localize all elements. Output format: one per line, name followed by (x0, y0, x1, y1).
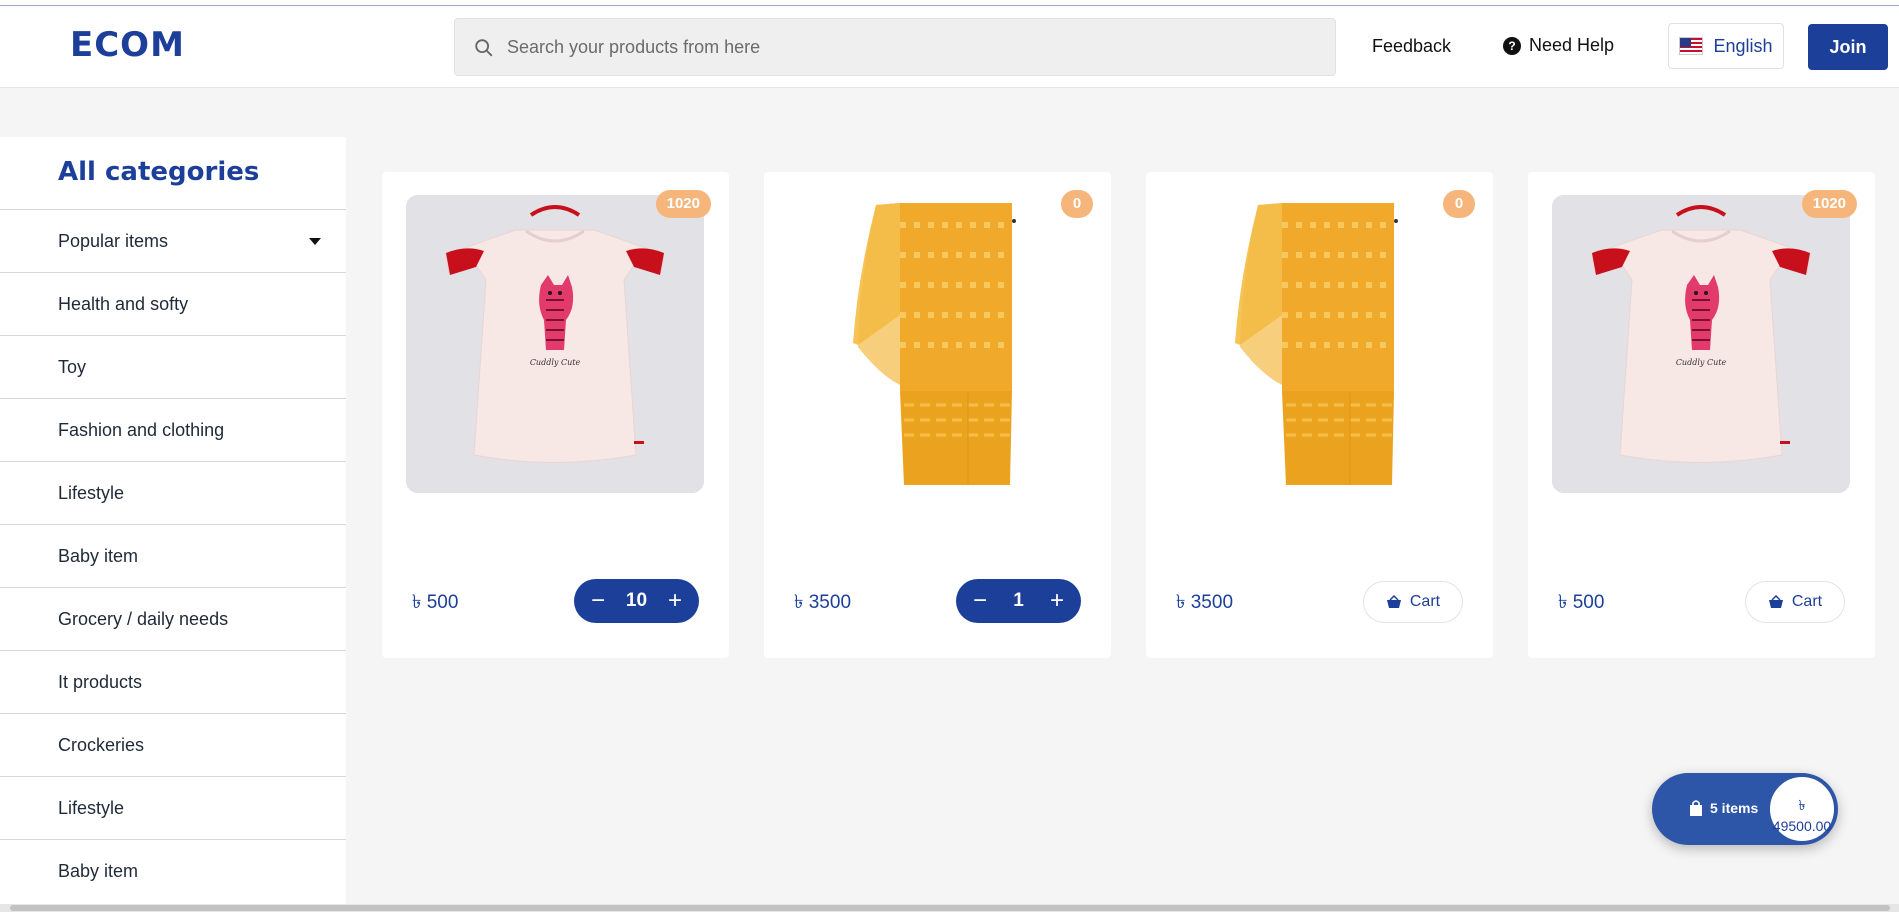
sidebar-item-label: Grocery / daily needs (58, 608, 229, 629)
language-label: English (1713, 35, 1773, 56)
plus-icon[interactable]: + (1047, 587, 1067, 615)
category-sidebar: All categories Popular items Health and … (0, 137, 346, 905)
add-to-cart-button[interactable]: Cart (1745, 581, 1845, 623)
quantity-stepper: − 10 + (574, 579, 699, 623)
product-card[interactable]: 0 ৳ 3500 − 1 + (764, 172, 1111, 658)
sidebar-item-health-and-softy[interactable]: Health and softy (0, 272, 346, 335)
search-input[interactable] (507, 19, 1307, 75)
sidebar-item-baby-item-2[interactable]: Baby item (0, 839, 346, 902)
quantity-value: 1 (1013, 590, 1024, 611)
cart-total-value: 49500.00 (1772, 818, 1832, 834)
sidebar-item-label: Toy (58, 356, 87, 377)
category-list: Popular items Health and softy Toy Fashi… (0, 209, 346, 902)
product-price: ৳ 3500 (1176, 592, 1234, 613)
product-image[interactable] (1170, 195, 1468, 493)
sidebar-item-lifestyle[interactable]: Lifestyle (0, 461, 346, 524)
saree-image (788, 195, 1086, 493)
plus-icon[interactable]: + (665, 587, 685, 615)
help-icon: ? (1503, 36, 1521, 55)
sidebar-item-it-products[interactable]: It products (0, 650, 346, 713)
minus-icon[interactable]: − (970, 587, 990, 615)
search-icon (475, 39, 493, 57)
product-card[interactable]: 0 ৳ 3500 Cart (1146, 172, 1493, 658)
caret-down-icon[interactable] (309, 238, 321, 245)
site-logo[interactable]: ECOM (70, 25, 185, 65)
product-card[interactable]: Cuddly Cute 1020 ৳ 500 Cart (1528, 172, 1875, 658)
sidebar-item-lifestyle-2[interactable]: Lifestyle (0, 776, 346, 839)
quantity-value: 10 (625, 590, 648, 611)
product-image[interactable]: Cuddly Cute (406, 195, 704, 493)
tshirt-image: Cuddly Cute (406, 195, 704, 493)
cart-currency: ৳ (1798, 797, 1806, 813)
sidebar-item-label: Baby item (58, 860, 139, 881)
cart-total: ৳ 49500.00 (1768, 775, 1836, 843)
sidebar-item-label: Crockeries (58, 734, 145, 755)
svg-text:Cuddly Cute: Cuddly Cute (1676, 358, 1727, 367)
sidebar-item-fashion-and-clothing[interactable]: Fashion and clothing (0, 398, 346, 461)
sidebar-item-baby-item[interactable]: Baby item (0, 524, 346, 587)
saree-image (1170, 195, 1468, 493)
sidebar-item-crockeries[interactable]: Crockeries (0, 713, 346, 776)
sidebar-item-label: Baby item (58, 545, 139, 566)
sidebar-item-label: Lifestyle (58, 797, 125, 818)
product-image[interactable] (788, 195, 1086, 493)
cart-items-count: 5 items (1688, 799, 1758, 817)
sidebar-item-grocery[interactable]: Grocery / daily needs (0, 587, 346, 650)
cart-label: Cart (1791, 593, 1823, 610)
stock-badge: 1020 (655, 190, 711, 218)
basket-icon (1768, 595, 1783, 608)
sidebar-item-label: Lifestyle (58, 482, 125, 503)
sidebar-item-label: Popular items (58, 230, 169, 251)
product-image[interactable]: Cuddly Cute (1552, 195, 1850, 493)
sidebar-item-label: It products (58, 671, 143, 692)
product-price: ৳ 3500 (794, 592, 852, 613)
scrollbar-thumb[interactable] (10, 905, 1890, 911)
add-to-cart-button[interactable]: Cart (1363, 581, 1463, 623)
us-flag-icon (1679, 37, 1704, 55)
site-header: ECOM Feedback ? Need Help English Join (0, 6, 1899, 88)
product-price: ৳ 500 (412, 592, 459, 613)
product-price: ৳ 500 (1558, 592, 1605, 613)
join-button[interactable]: Join (1808, 24, 1888, 70)
cart-label: Cart (1409, 593, 1441, 610)
shopping-bag-icon (1690, 800, 1702, 816)
stock-badge: 1020 (1801, 190, 1857, 218)
minus-icon[interactable]: − (588, 587, 608, 615)
feedback-link[interactable]: Feedback (1372, 36, 1451, 57)
sidebar-item-toy[interactable]: Toy (0, 335, 346, 398)
stock-badge: 0 (1061, 190, 1093, 218)
stock-badge: 0 (1443, 190, 1475, 218)
cart-items-label: 5 items (1710, 800, 1759, 816)
need-help-label: Need Help (1529, 35, 1615, 55)
product-card[interactable]: Cuddly Cute 1020 ৳ 500 − 10 + (382, 172, 729, 658)
sidebar-item-popular-items[interactable]: Popular items (0, 209, 346, 272)
horizontal-scrollbar[interactable] (0, 904, 1899, 912)
sidebar-item-label: Health and softy (58, 293, 189, 314)
language-selector[interactable]: English (1668, 23, 1784, 69)
tshirt-image: Cuddly Cute (1552, 195, 1850, 493)
sidebar-title: All categories (58, 157, 260, 187)
quantity-stepper: − 1 + (956, 579, 1081, 623)
floating-cart-button[interactable]: 5 items ৳ 49500.00 (1652, 773, 1838, 845)
svg-text:Cuddly Cute: Cuddly Cute (530, 358, 581, 367)
basket-icon (1386, 595, 1401, 608)
need-help-link[interactable]: ? Need Help (1503, 35, 1614, 56)
sidebar-item-label: Fashion and clothing (58, 419, 225, 440)
search-bar[interactable] (454, 18, 1336, 76)
